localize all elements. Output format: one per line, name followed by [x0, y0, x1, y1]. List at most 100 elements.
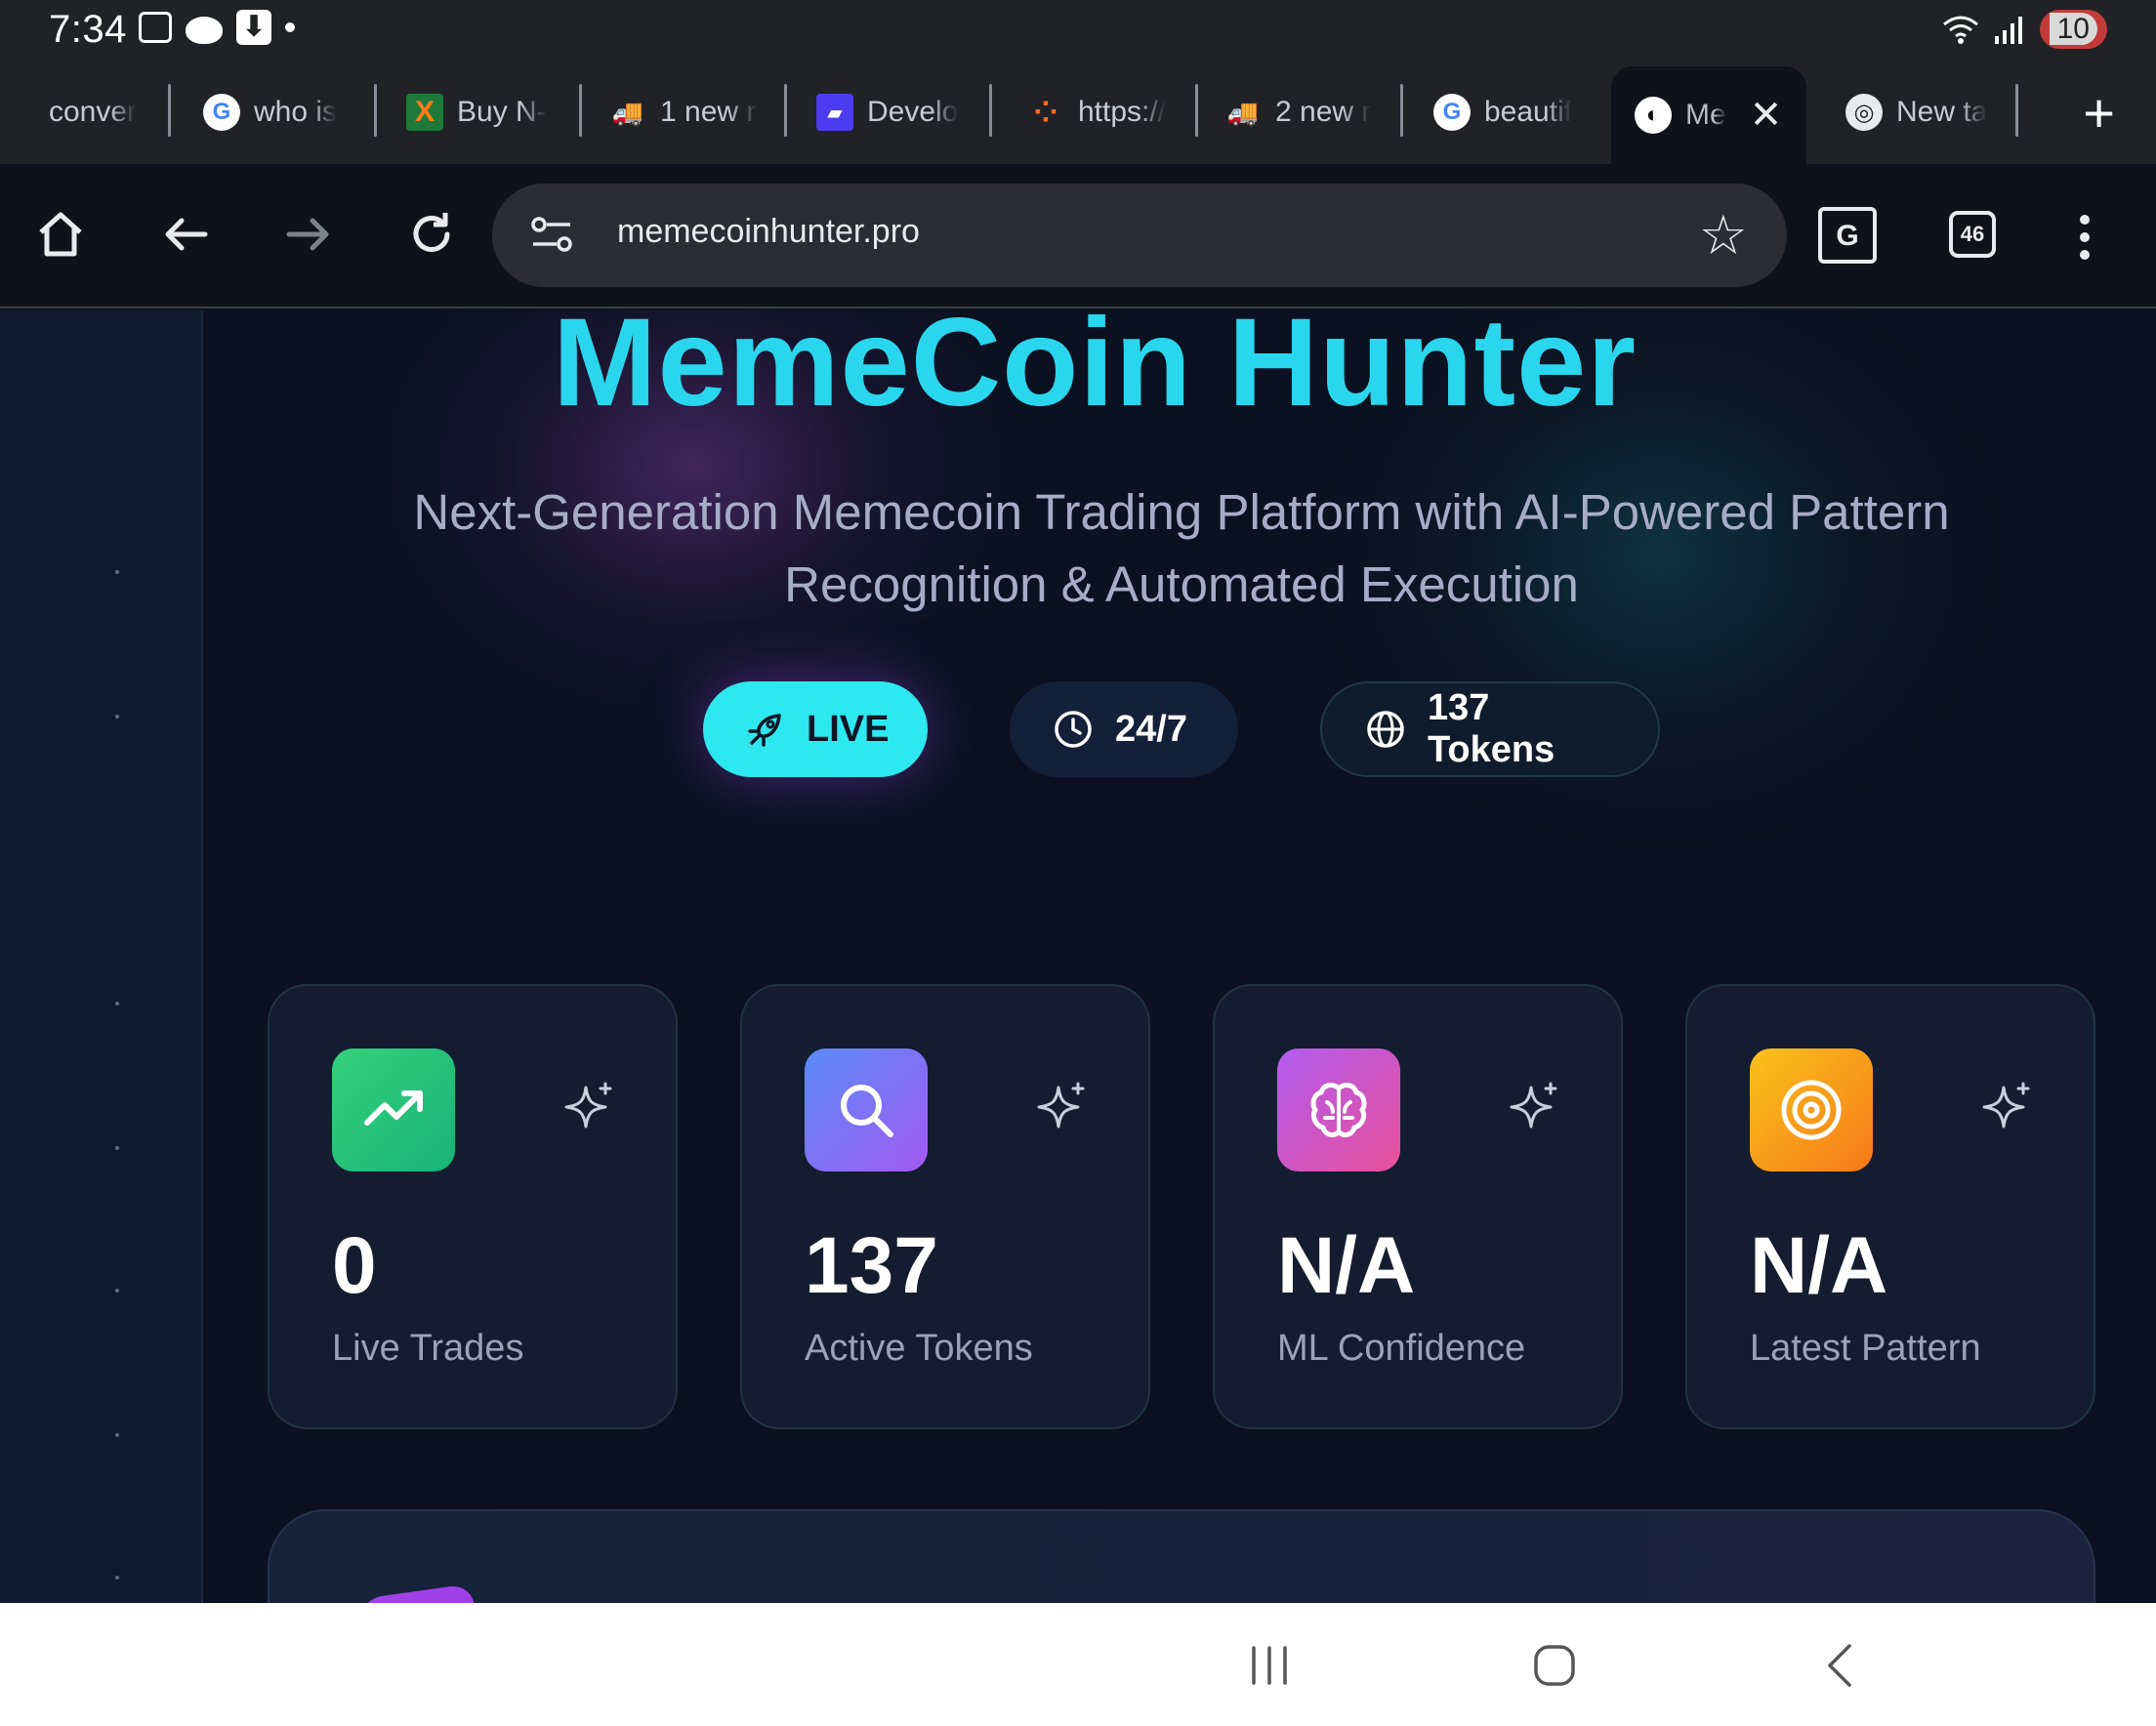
- hero-subtitle: Next-Generation Memecoin Trading Platfor…: [293, 476, 2070, 621]
- tab-divider: [1400, 84, 1403, 137]
- google-icon: G: [1433, 94, 1471, 131]
- notification-icons: ⬇: [139, 10, 295, 45]
- rail-marker: [115, 1289, 119, 1293]
- battery-level: 10: [2049, 13, 2097, 45]
- tab-divider: [579, 84, 582, 137]
- more-notifications-icon: [285, 22, 295, 32]
- tab-label: beautif: [1484, 96, 1573, 128]
- system-icons: 10: [1942, 10, 2107, 49]
- tab-label: 2 new r: [1275, 96, 1371, 128]
- site-settings-icon[interactable]: [529, 213, 574, 258]
- hero-title-text: MemeCoin Hunter: [552, 310, 1638, 432]
- live-badge[interactable]: LIVE: [703, 681, 928, 777]
- tab-5[interactable]: ▰ Develo: [816, 82, 961, 143]
- reload-button[interactable]: [400, 203, 463, 266]
- stat-card-latest-pattern[interactable]: N/A Latest Pattern: [1685, 984, 2095, 1429]
- rail-marker: [115, 1002, 119, 1006]
- truck-icon: 🚚: [611, 97, 644, 127]
- x-logo-icon: X: [406, 94, 443, 131]
- tab-label: 1 new n: [660, 96, 758, 128]
- google-icon: G: [203, 94, 240, 131]
- tab-label: conver: [49, 96, 138, 128]
- globe-icon: [1367, 711, 1404, 748]
- tab-divider: [989, 84, 992, 137]
- hero-title: MemeCoin Hunter: [0, 310, 2156, 434]
- uptime-badge[interactable]: 24/7: [1010, 681, 1238, 777]
- stat-label: ML Confidence: [1277, 1328, 1526, 1369]
- sparkle-icon: [564, 1082, 612, 1129]
- wifi-icon: [1942, 16, 1978, 44]
- rocket-icon: [748, 714, 781, 747]
- address-bar[interactable]: memecoinhunter.pro ☆: [492, 184, 1787, 287]
- sparkle-icon: [1037, 1082, 1085, 1129]
- tab-4[interactable]: 🚚 1 new n: [609, 82, 758, 143]
- back-button[interactable]: [154, 203, 217, 266]
- tab-divider: [168, 84, 171, 137]
- recent-apps-icon[interactable]: [1246, 1642, 1293, 1689]
- stat-card-live-trades[interactable]: 0 Live Trades: [268, 984, 678, 1429]
- signal-icon: [1994, 17, 2022, 44]
- tab-label: who is: [254, 96, 338, 128]
- uptime-badge-label: 24/7: [1115, 708, 1187, 750]
- tab-label: Me: [1685, 99, 1726, 131]
- tab-8[interactable]: G beautif: [1433, 82, 1580, 143]
- tokens-badge-label: 137 Tokens: [1428, 687, 1555, 770]
- page-content: MemeCoin Hunter Next-Generation Memecoin…: [0, 310, 2156, 1603]
- stat-value: 0: [332, 1221, 377, 1310]
- screenshot-icon: [139, 12, 172, 43]
- tab-label: https://: [1078, 96, 1167, 128]
- close-tab-icon[interactable]: ✕: [1750, 93, 1783, 138]
- arrow-right-icon: [286, 218, 329, 251]
- target-icon: [1750, 1048, 1873, 1171]
- clock-icon: [1055, 711, 1092, 748]
- stat-label: Latest Pattern: [1750, 1328, 1981, 1369]
- tab-10[interactable]: ◎ New ta: [1845, 82, 1992, 143]
- tab-divider: [2015, 84, 2018, 137]
- download-icon: ⬇: [236, 10, 271, 45]
- rail-marker: [115, 570, 119, 574]
- chrome-icon: ◎: [1845, 94, 1883, 131]
- tab-active[interactable]: ◐ Me ✕: [1611, 66, 1806, 164]
- tab-3[interactable]: X Buy N-: [406, 82, 553, 143]
- rail-marker: [115, 1146, 119, 1150]
- system-nav-bar: [0, 1603, 2156, 1726]
- url-text[interactable]: memecoinhunter.pro: [617, 213, 920, 251]
- next-section-panel: [268, 1509, 2095, 1603]
- tab-1[interactable]: conver: [49, 82, 143, 143]
- new-tab-button[interactable]: +: [2083, 86, 2115, 141]
- hero-subtitle-line: Next-Generation Memecoin Trading Platfor…: [413, 484, 1950, 540]
- battery-indicator: 10: [2039, 10, 2107, 49]
- side-rail: [0, 310, 203, 1603]
- sparkle-icon: [1510, 1082, 1557, 1129]
- bookmark-star-icon[interactable]: ☆: [1699, 203, 1748, 267]
- translate-icon[interactable]: G: [1818, 207, 1877, 264]
- trending-up-icon: [332, 1048, 455, 1171]
- stat-value: 137: [805, 1221, 938, 1310]
- brain-icon: [1277, 1048, 1400, 1171]
- tab-7[interactable]: 🚚 2 new r: [1224, 82, 1371, 143]
- reload-icon: [413, 213, 450, 252]
- globe-icon: ◐: [1635, 97, 1672, 134]
- home-nav-icon[interactable]: [1531, 1642, 1578, 1689]
- tab-label: Buy N-: [457, 96, 547, 128]
- stat-card-active-tokens[interactable]: 137 Active Tokens: [740, 984, 1150, 1429]
- dev-icon: ▰: [816, 94, 853, 131]
- tokens-badge[interactable]: 137 Tokens: [1320, 681, 1660, 777]
- rail-marker: [115, 1576, 119, 1580]
- back-nav-icon[interactable]: [1818, 1642, 1865, 1689]
- reddit-icon: [186, 17, 223, 44]
- more-menu-icon[interactable]: [2080, 215, 2092, 267]
- tab-divider: [374, 84, 377, 137]
- forward-button[interactable]: [277, 203, 340, 266]
- home-icon: [39, 212, 82, 257]
- home-button[interactable]: [29, 203, 92, 266]
- arrow-left-icon: [165, 218, 208, 251]
- status-bar: 7:34 ⬇ 10: [0, 0, 2156, 61]
- tab-6[interactable]: ⁘ https://: [1027, 82, 1172, 143]
- stat-card-ml-confidence[interactable]: N/A ML Confidence: [1213, 984, 1623, 1429]
- tab-switcher-button[interactable]: 46: [1949, 211, 1996, 258]
- rail-marker: [115, 715, 119, 719]
- tab-2[interactable]: G who is: [203, 82, 350, 143]
- stat-label: Live Trades: [332, 1328, 524, 1369]
- tab-label: New ta: [1896, 96, 1988, 128]
